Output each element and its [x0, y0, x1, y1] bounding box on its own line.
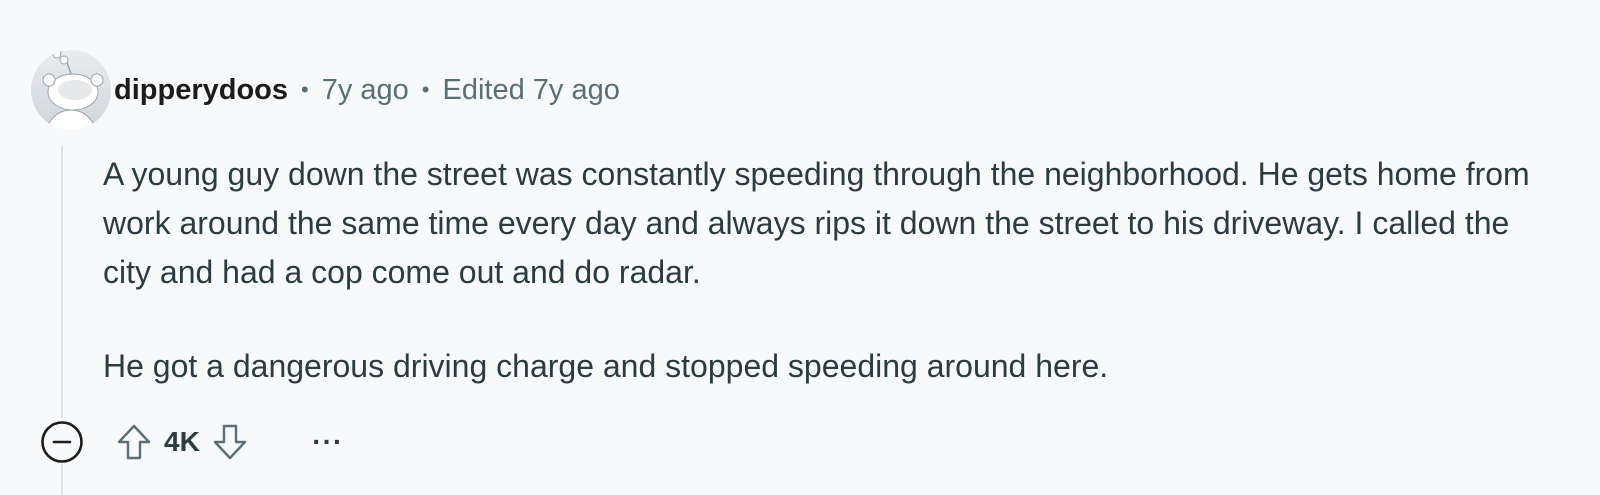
downvote-button[interactable]	[206, 418, 254, 466]
upvote-button[interactable]	[110, 418, 158, 466]
more-options-icon: ···	[312, 426, 344, 457]
comment-body: A young guy down the street was constant…	[103, 150, 1543, 436]
snoo-avatar-icon[interactable]	[31, 50, 111, 130]
minus-circle-icon	[41, 421, 83, 463]
collapse-button[interactable]	[38, 418, 86, 466]
separator-dot: •	[421, 77, 430, 102]
comment: dipperydoos • 7y ago • Edited 7y ago A y…	[0, 0, 1600, 495]
thread-line[interactable]	[61, 146, 63, 418]
comment-header: dipperydoos • 7y ago • Edited 7y ago	[114, 70, 620, 110]
downvote-arrow-icon	[213, 424, 246, 460]
separator-dot: •	[301, 77, 309, 102]
comment-paragraph: A young guy down the street was constant…	[103, 156, 1530, 290]
comment-action-bar: 4K ···	[38, 418, 352, 466]
thread-line-continuation[interactable]	[61, 464, 63, 495]
username-link[interactable]: dipperydoos	[114, 74, 288, 107]
upvote-arrow-icon	[117, 424, 151, 460]
more-options-button[interactable]: ···	[304, 418, 352, 466]
comment-paragraph: He got a dangerous driving charge and st…	[103, 348, 1109, 384]
comment-age[interactable]: 7y ago	[322, 74, 409, 107]
vote-score: 4K	[164, 426, 200, 457]
edited-label: Edited 7y ago	[442, 73, 620, 106]
